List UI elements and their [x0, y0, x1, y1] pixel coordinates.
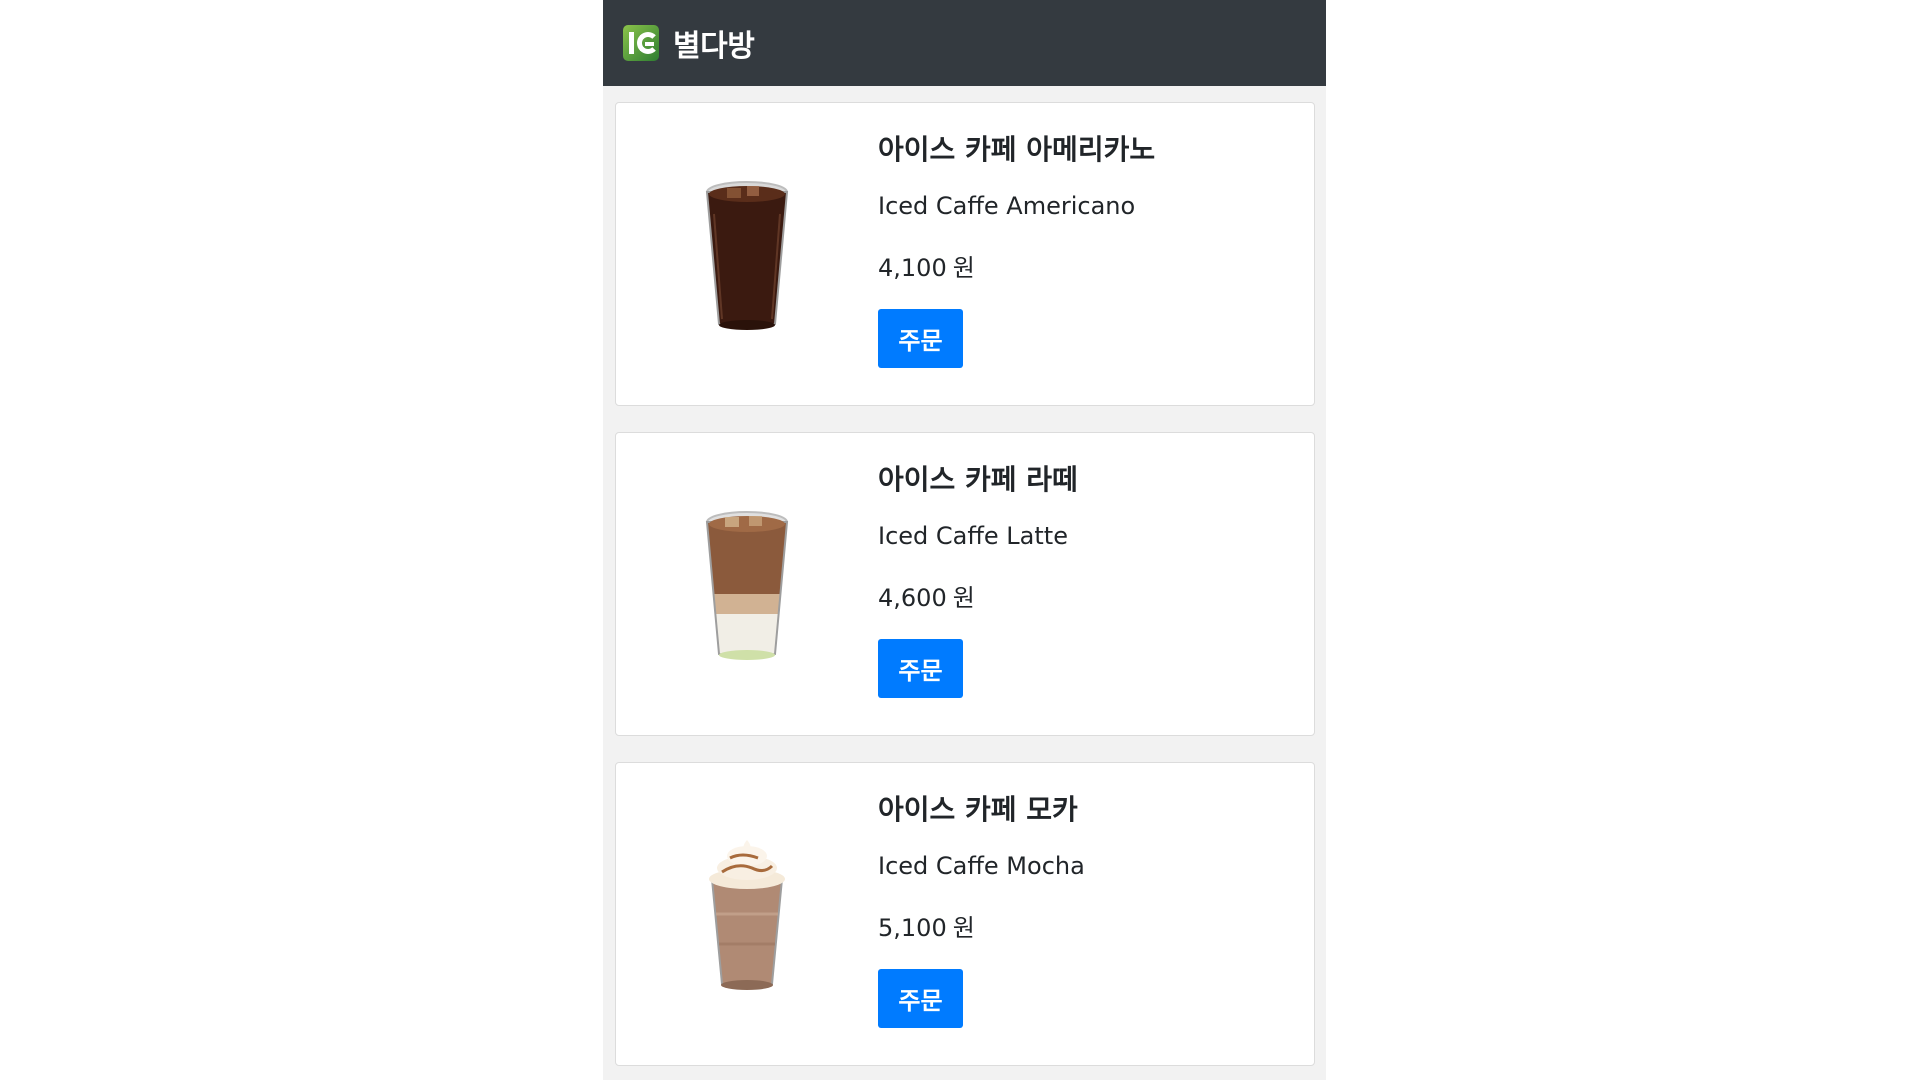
- product-image-wrap: [616, 103, 878, 405]
- product-name-en: Iced Caffe Mocha: [878, 852, 1085, 880]
- app-frame: 별다방 아이스 카페 아메리카노 Iced Caffe Americano 4,…: [603, 0, 1326, 1080]
- iced-americano-image: [705, 181, 789, 330]
- product-price: 4,600 원: [878, 583, 1078, 613]
- brand-title[interactable]: 별다방: [673, 21, 755, 65]
- menu-card: 아이스 카페 라떼 Iced Caffe Latte 4,600 원 주문: [615, 432, 1315, 736]
- menu-card: 아이스 카페 모카 Iced Caffe Mocha 5,100 원 주문: [615, 762, 1315, 1066]
- product-name-ko: 아이스 카페 라떼: [878, 463, 1078, 496]
- price-currency: 원: [952, 584, 975, 612]
- order-button[interactable]: 주문: [878, 309, 963, 368]
- product-info: 아이스 카페 아메리카노 Iced Caffe Americano 4,100 원…: [878, 103, 1155, 405]
- order-button[interactable]: 주문: [878, 639, 963, 698]
- product-info: 아이스 카페 라떼 Iced Caffe Latte 4,600 원 주문: [878, 433, 1078, 735]
- product-image-wrap: [616, 433, 878, 735]
- order-button[interactable]: 주문: [878, 969, 963, 1028]
- menu-list: 아이스 카페 아메리카노 Iced Caffe Americano 4,100 원…: [603, 86, 1326, 1066]
- ig-logo-icon[interactable]: [623, 25, 659, 61]
- product-price: 4,100 원: [878, 253, 1155, 283]
- product-info: 아이스 카페 모카 Iced Caffe Mocha 5,100 원 주문: [878, 763, 1085, 1065]
- product-name-ko: 아이스 카페 아메리카노: [878, 133, 1156, 166]
- price-value: 4,600: [878, 584, 947, 612]
- product-price: 5,100 원: [878, 913, 1085, 943]
- menu-card: 아이스 카페 아메리카노 Iced Caffe Americano 4,100 원…: [615, 102, 1315, 406]
- product-name-ko: 아이스 카페 모카: [878, 793, 1078, 826]
- product-name-en: Iced Caffe Latte: [878, 522, 1068, 550]
- navbar: 별다방: [603, 0, 1326, 86]
- price-currency: 원: [952, 914, 975, 942]
- product-image-wrap: [616, 763, 878, 1065]
- iced-latte-image: [705, 511, 789, 660]
- price-value: 5,100: [878, 914, 947, 942]
- product-name-en: Iced Caffe Americano: [878, 192, 1136, 220]
- price-value: 4,100: [878, 254, 947, 282]
- price-currency: 원: [952, 254, 975, 282]
- iced-mocha-image: [709, 840, 785, 990]
